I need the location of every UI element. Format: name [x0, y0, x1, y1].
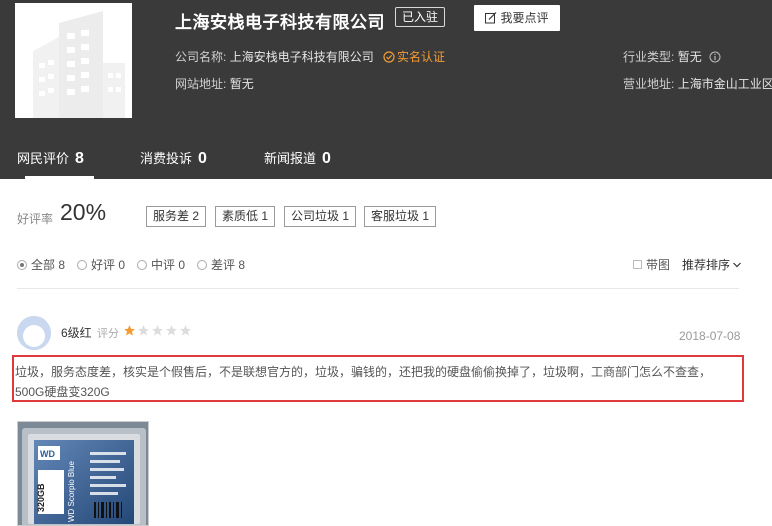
address-label: 营业地址:	[623, 77, 675, 91]
review-text: 垃圾，服务态度差，核实是个假售后，不是联想官方的，垃圾，骗钱的，还把我的硬盘偷偷…	[15, 365, 712, 399]
verified-label: 实名认证	[397, 50, 446, 64]
star-empty-icon	[152, 325, 163, 336]
website-value: 暂无	[229, 77, 254, 91]
company-name-row: 公司名称: 上海安栈电子科技有限公司 实名认证	[175, 48, 445, 65]
with-image-checkbox[interactable]: 带图	[633, 256, 670, 273]
positive-rate-label: 好评率	[17, 212, 54, 226]
divider	[17, 288, 739, 289]
star-empty-icon	[180, 325, 191, 336]
svg-text:WD Scorpio Blue: WD Scorpio Blue	[67, 461, 76, 522]
radio-icon	[137, 259, 147, 270]
sort-dropdown[interactable]: 推荐排序	[682, 256, 742, 273]
filter-label: 全部 8	[31, 258, 66, 272]
tab-label: 网民评价	[17, 151, 70, 166]
tab-complaints[interactable]: 消费投诉 0	[140, 148, 207, 168]
filter-negative[interactable]: 差评 8	[197, 256, 245, 273]
tab-count: 0	[322, 150, 331, 167]
tag-company-trash[interactable]: 公司垃圾 1	[284, 206, 357, 227]
tab-netizen-reviews[interactable]: 网民评价 8	[17, 148, 84, 168]
review-date: 2018-07-08	[679, 329, 741, 343]
star-empty-icon	[138, 325, 149, 336]
tab-count: 8	[75, 150, 84, 167]
website-label: 网站地址:	[175, 77, 227, 91]
avatar[interactable]	[17, 316, 51, 350]
industry-label: 行业类型:	[623, 50, 675, 64]
svg-text:320GB: 320GB	[36, 483, 46, 512]
filter-label: 好评 0	[91, 258, 126, 272]
check-circle-icon	[383, 51, 395, 63]
score-label: 评分	[97, 328, 119, 340]
tag-service-trash[interactable]: 客服垃圾 1	[364, 206, 437, 227]
filter-label: 差评 8	[211, 258, 246, 272]
edit-icon	[485, 12, 497, 24]
tag-low-quality[interactable]: 素质低 1	[215, 206, 276, 227]
website-row: 网站地址: 暂无	[175, 75, 254, 92]
write-review-button[interactable]: 我要点评	[474, 5, 560, 31]
with-image-label: 带图	[646, 258, 671, 272]
company-logo	[15, 3, 132, 118]
radio-icon	[197, 259, 207, 270]
sort-label: 推荐排序	[682, 258, 731, 272]
address-row: 营业地址: 上海市金山工业区	[623, 75, 772, 92]
review-photo[interactable]: WD 320GB WD Scorpio Blue	[17, 421, 149, 526]
write-review-label: 我要点评	[500, 11, 549, 25]
star-filled-icon	[124, 325, 135, 336]
star-empty-icon	[166, 325, 177, 336]
industry-value: 暂无	[677, 50, 702, 64]
filter-label: 中评 0	[151, 258, 186, 272]
industry-row: 行业类型: 暂无	[623, 48, 721, 65]
tab-count: 0	[198, 150, 207, 167]
checkbox-icon	[633, 260, 642, 269]
tab-label: 新闻报道	[264, 151, 317, 166]
tab-label: 消费投诉	[140, 151, 193, 166]
company-header: 上海安栈电子科技有限公司 已入驻 我要点评 公司名称: 上海安栈电子科技有限公司…	[0, 0, 772, 179]
address-value: 上海市金山工业区	[677, 77, 772, 91]
filter-positive[interactable]: 好评 0	[77, 256, 125, 273]
svg-text:WD: WD	[40, 449, 55, 459]
filter-neutral[interactable]: 中评 0	[137, 256, 185, 273]
chevron-down-icon	[733, 262, 742, 268]
filter-all[interactable]: 全部 8	[17, 256, 65, 273]
tag-poor-service[interactable]: 服务差 2	[146, 206, 207, 227]
active-tab-indicator	[25, 176, 94, 179]
company-name-label: 公司名称:	[175, 50, 227, 64]
reviewer-name[interactable]: 6级红	[61, 324, 92, 341]
building-icon	[15, 3, 132, 118]
info-icon[interactable]	[709, 51, 721, 63]
tab-news[interactable]: 新闻报道 0	[264, 148, 331, 168]
hard-drive-image: WD 320GB WD Scorpio Blue	[18, 422, 148, 525]
radio-icon	[77, 259, 87, 270]
verified-badge: 实名认证	[383, 50, 445, 64]
user-avatar-icon	[17, 316, 51, 350]
tab-bar: 网民评价 8 消费投诉 0 新闻报道 0	[0, 145, 772, 179]
star-rating	[123, 324, 192, 337]
positive-rate-value: 20%	[60, 199, 107, 225]
company-title: 上海安栈电子科技有限公司	[175, 13, 385, 32]
settled-badge: 已入驻	[395, 7, 446, 27]
radio-icon	[17, 259, 27, 270]
company-name-value: 上海安栈电子科技有限公司	[229, 50, 374, 64]
